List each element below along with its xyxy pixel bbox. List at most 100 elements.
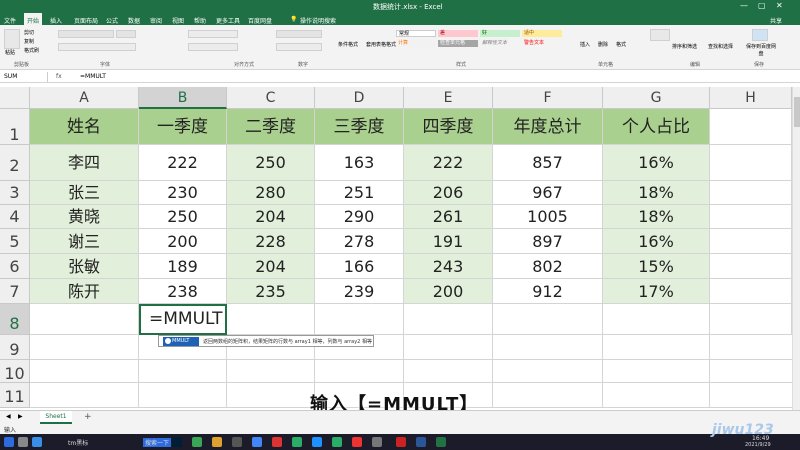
table-cell[interactable]: 204 (227, 254, 315, 279)
table-cell[interactable]: 222 (404, 145, 493, 181)
table-cell[interactable]: 206 (404, 181, 493, 205)
row-header-7[interactable]: 7 (0, 279, 30, 304)
function-autocomplete[interactable]: MMULT 返回两数组的矩阵积，结果矩阵的行数与 array1 相等，列数与 a… (158, 335, 374, 347)
row-header-9[interactable]: 9 (0, 335, 30, 360)
style-neutral[interactable]: 适中 (522, 30, 562, 37)
table-cell[interactable]: 897 (493, 229, 603, 254)
tab-more-tools[interactable]: 更多工具 (216, 16, 240, 25)
header-cell-q3[interactable]: 三季度 (315, 109, 404, 145)
column-header-g[interactable]: G (603, 87, 710, 109)
autosum-icon[interactable] (650, 29, 670, 41)
table-cell[interactable]: 230 (139, 181, 227, 205)
cell-h1[interactable] (710, 109, 792, 145)
fx-icon[interactable]: fx (56, 72, 62, 82)
sheet-tab-sheet1[interactable]: Sheet1 (40, 411, 72, 424)
table-cell[interactable]: 243 (404, 254, 493, 279)
row-header-11[interactable]: 11 (0, 383, 30, 408)
column-header-c[interactable]: C (227, 87, 315, 109)
row-header-1[interactable]: 1 (0, 109, 30, 145)
row-header-6[interactable]: 6 (0, 254, 30, 279)
app-icon[interactable] (372, 437, 382, 447)
cell-h5[interactable] (710, 229, 792, 254)
number-format-buttons[interactable] (276, 43, 322, 51)
font-size-select[interactable] (116, 30, 136, 38)
header-cell-q1[interactable]: 一季度 (139, 109, 227, 145)
save-baidu-button[interactable]: 保存到百度网盘 (745, 43, 777, 57)
active-cell-b8[interactable]: =MMULT (139, 304, 227, 335)
empty-row-10[interactable] (30, 360, 792, 383)
folder-icon[interactable] (212, 437, 222, 447)
format-painter-button[interactable]: 格式刷 (24, 47, 39, 54)
app-icon[interactable] (352, 437, 362, 447)
tab-review[interactable]: 审阅 (150, 16, 162, 25)
header-cell-q2[interactable]: 二季度 (227, 109, 315, 145)
cell-f8[interactable] (493, 304, 603, 335)
wechat-icon[interactable] (292, 437, 302, 447)
row-header-10[interactable]: 10 (0, 360, 30, 383)
paste-button[interactable]: 粘贴 (5, 49, 15, 56)
table-cell[interactable]: 166 (315, 254, 404, 279)
style-calc[interactable]: 计算 (396, 40, 436, 47)
table-cell[interactable]: 16% (603, 229, 710, 254)
chrome-icon[interactable] (252, 437, 262, 447)
table-cell[interactable]: 陈开 (30, 279, 139, 304)
table-cell[interactable]: 李四 (30, 145, 139, 181)
table-cell[interactable]: 235 (227, 279, 315, 304)
sort-filter-button[interactable]: 排序和筛选 (672, 43, 697, 50)
add-sheet-button[interactable]: + (84, 412, 92, 422)
record-icon[interactable] (396, 437, 406, 447)
close-icon[interactable]: ✕ (776, 1, 783, 10)
find-select-button[interactable]: 查找和选择 (708, 43, 733, 50)
table-cell[interactable]: 1005 (493, 205, 603, 229)
font-name-select[interactable] (58, 30, 114, 38)
cell-h6[interactable] (710, 254, 792, 279)
delete-cell-button[interactable]: 删除 (598, 41, 608, 48)
column-header-a[interactable]: A (30, 87, 139, 109)
row-header-8[interactable]: 8 (0, 304, 30, 335)
table-cell[interactable]: 18% (603, 205, 710, 229)
table-cell[interactable]: 200 (139, 229, 227, 254)
table-cell[interactable]: 191 (404, 229, 493, 254)
tab-home[interactable]: 开始 (24, 13, 43, 25)
alignment-buttons-2[interactable] (188, 43, 238, 51)
column-header-e[interactable]: E (404, 87, 493, 109)
cell-a8[interactable] (30, 304, 139, 335)
sheet-nav-prev-icon[interactable]: ◀ (6, 413, 11, 420)
table-cell[interactable]: 912 (493, 279, 603, 304)
app-icon[interactable] (232, 437, 242, 447)
table-cell[interactable]: 239 (315, 279, 404, 304)
table-cell[interactable]: 163 (315, 145, 404, 181)
table-cell[interactable]: 261 (404, 205, 493, 229)
table-cell[interactable]: 18% (603, 181, 710, 205)
format-cell-button[interactable]: 格式 (616, 41, 626, 48)
cell-g8[interactable] (603, 304, 710, 335)
table-format-button[interactable]: 套用表格格式 (366, 41, 396, 48)
app-icon[interactable] (312, 437, 322, 447)
table-cell[interactable]: 200 (404, 279, 493, 304)
table-cell[interactable]: 张三 (30, 181, 139, 205)
number-format-select[interactable] (276, 30, 322, 38)
style-normal[interactable]: 常规 (396, 30, 436, 37)
table-cell[interactable]: 238 (139, 279, 227, 304)
row-header-5[interactable]: 5 (0, 229, 30, 254)
cell-h7[interactable] (710, 279, 792, 304)
table-cell[interactable]: 张敏 (30, 254, 139, 279)
header-cell-share[interactable]: 个人占比 (603, 109, 710, 145)
table-cell[interactable]: 16% (603, 145, 710, 181)
table-cell[interactable]: 278 (315, 229, 404, 254)
column-header-f[interactable]: F (493, 87, 603, 109)
photoshop-icon[interactable] (172, 437, 182, 447)
tell-me-search[interactable]: 操作说明搜索 (300, 16, 336, 25)
taskbar-item-tm[interactable]: tm黑标 (68, 438, 88, 447)
cell-d8[interactable] (315, 304, 404, 335)
header-cell-name[interactable]: 姓名 (30, 109, 139, 145)
font-format-buttons[interactable] (58, 43, 136, 51)
table-cell[interactable]: 15% (603, 254, 710, 279)
search-icon[interactable] (18, 437, 28, 447)
select-all-corner[interactable] (0, 87, 30, 109)
sheet-nav-next-icon[interactable]: ▶ (18, 413, 23, 420)
cell-h8[interactable] (710, 304, 792, 335)
row-header-3[interactable]: 3 (0, 181, 30, 205)
edge-icon[interactable] (32, 437, 42, 447)
vertical-scrollbar[interactable] (792, 87, 800, 410)
